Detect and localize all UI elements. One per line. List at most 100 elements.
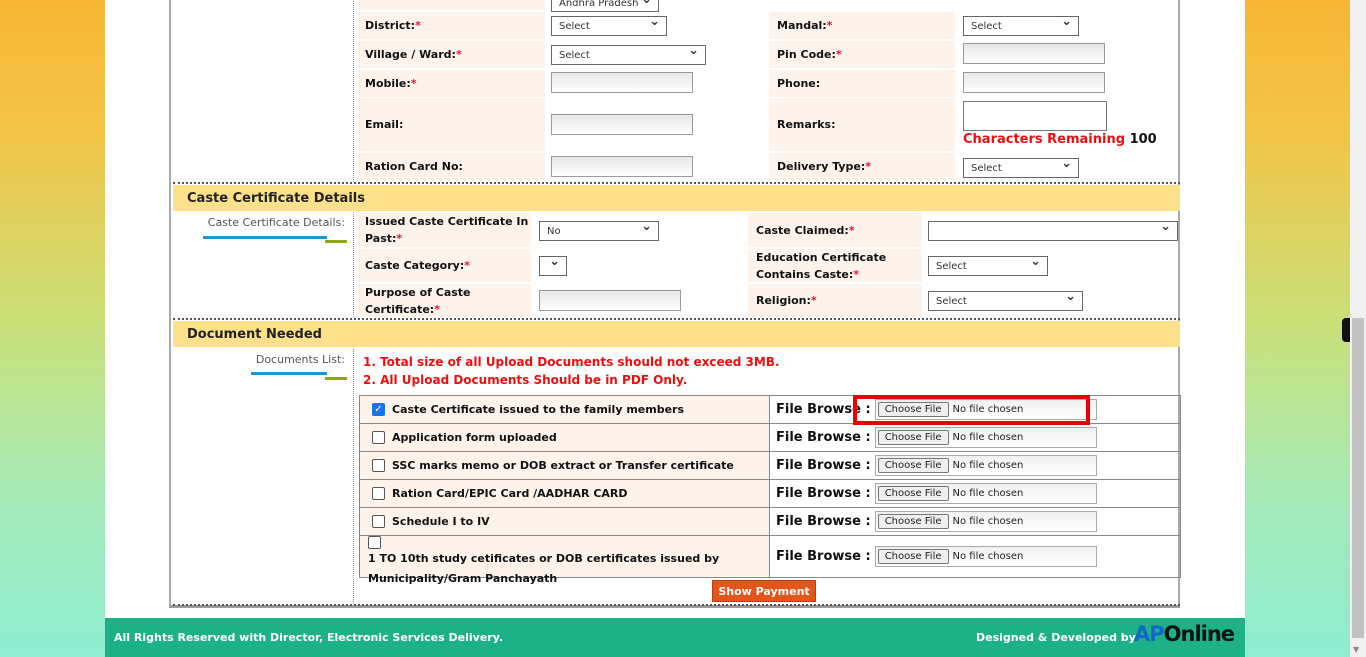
document-label: Application form uploaded xyxy=(392,431,557,444)
file-status: No file chosen xyxy=(952,432,1024,443)
delivery-select[interactable]: Select xyxy=(963,156,1079,178)
document-row: Schedule I to IV File Browse : Choose Fi… xyxy=(360,507,1180,535)
village-label: Village / Ward: * xyxy=(357,41,545,68)
file-status: No file chosen xyxy=(952,460,1024,471)
footer-credit: Designed & Developed by xyxy=(976,631,1136,644)
document-label: Caste Certificate issued to the family m… xyxy=(392,403,685,416)
document-label: Ration Card/EPIC Card /AADHAR CARD xyxy=(392,487,628,500)
documents-section-header: Document Needed xyxy=(173,321,1180,347)
document-checkbox[interactable] xyxy=(372,431,385,444)
ration-input[interactable] xyxy=(551,156,693,177)
issued-label: Issued Caste Certificate In Past:* xyxy=(357,213,531,247)
show-payment-button[interactable]: Show Payment xyxy=(712,580,816,602)
document-row: SSC marks memo or DOB extract or Transfe… xyxy=(360,451,1180,479)
village-select[interactable]: Select xyxy=(551,43,706,65)
file-input[interactable]: Choose File No file chosen xyxy=(874,546,1097,567)
religion-label: Religion: * xyxy=(748,284,922,317)
highlight-box xyxy=(853,395,1090,425)
document-label-cell: Application form uploaded xyxy=(360,424,770,451)
file-status: No file chosen xyxy=(952,488,1024,499)
caste-claimed-select[interactable] xyxy=(928,219,1178,241)
caste-section-header: Caste Certificate Details xyxy=(173,185,1180,211)
scrollbar[interactable]: ▼ xyxy=(1350,0,1366,657)
scroll-down-arrow-icon[interactable]: ▼ xyxy=(1353,645,1359,654)
document-label-cell: Ration Card/EPIC Card /AADHAR CARD xyxy=(360,480,770,507)
file-browse-cell: File Browse : Choose File No file chosen xyxy=(770,480,1180,507)
note-pdf: 2. All Upload Documents Should be in PDF… xyxy=(363,373,688,387)
document-row: Ration Card/EPIC Card /AADHAR CARD File … xyxy=(360,479,1180,507)
file-browse-cell: File Browse : Choose File No file chosen xyxy=(770,536,1180,577)
caste-side-label: Caste Certificate Details: xyxy=(207,216,345,229)
purpose-input[interactable] xyxy=(539,290,681,311)
remarks-textarea[interactable] xyxy=(963,101,1107,131)
file-status: No file chosen xyxy=(952,516,1024,527)
form-panel: Andhra Pradesh District:* Select Mandal:… xyxy=(169,0,1181,608)
file-input[interactable]: Choose File No file chosen xyxy=(874,455,1097,476)
email-input[interactable] xyxy=(551,114,693,135)
file-input[interactable]: Choose File No file chosen xyxy=(874,511,1097,532)
file-browse-label: File Browse : xyxy=(776,430,871,445)
document-checkbox[interactable] xyxy=(372,515,385,528)
issued-select[interactable]: No xyxy=(539,219,659,241)
choose-file-button[interactable]: Choose File xyxy=(877,549,949,564)
mobile-label: Mobile: * xyxy=(357,70,545,97)
file-browse-label: File Browse : xyxy=(776,458,871,473)
district-select[interactable]: Select xyxy=(551,14,667,36)
file-status: No file chosen xyxy=(952,551,1024,562)
religion-select[interactable]: Select xyxy=(928,289,1083,311)
document-row: 1 TO 10th study cetificates or DOB certi… xyxy=(360,535,1180,585)
document-checkbox[interactable] xyxy=(368,536,381,549)
file-browse-cell: File Browse : Choose File No file chosen xyxy=(770,508,1180,535)
aponline-logo: APOnline xyxy=(1134,622,1235,646)
choose-file-button[interactable]: Choose File xyxy=(877,430,949,445)
choose-file-button[interactable]: Choose File xyxy=(877,514,949,529)
document-row: ✓ Caste Certificate issued to the family … xyxy=(360,395,1180,425)
documents-side-label: Documents List: xyxy=(255,353,345,366)
remarks-label: Remarks: xyxy=(769,98,955,151)
page: Andhra Pradesh District:* Select Mandal:… xyxy=(105,0,1245,657)
footer-copyright: All Rights Reserved with Director, Elect… xyxy=(114,631,504,644)
document-checkbox[interactable] xyxy=(372,459,385,472)
pincode-label: Pin Code: * xyxy=(769,41,955,68)
document-label: SSC marks memo or DOB extract or Transfe… xyxy=(392,459,734,472)
choose-file-button[interactable]: Choose File xyxy=(877,458,949,473)
file-input[interactable]: Choose File No file chosen xyxy=(874,483,1097,504)
email-label: Email: xyxy=(357,98,545,151)
document-label-cell: ✓ Caste Certificate issued to the family … xyxy=(360,396,770,423)
caste-claimed-label: Caste Claimed: * xyxy=(748,213,922,247)
document-label: Schedule I to IV xyxy=(392,515,490,528)
document-checkbox[interactable] xyxy=(372,487,385,500)
choose-file-button[interactable]: Choose File xyxy=(877,486,949,501)
file-browse-cell: File Browse : Choose File No file chosen xyxy=(770,424,1180,451)
footer: All Rights Reserved with Director, Elect… xyxy=(105,618,1245,657)
file-browse-cell: File Browse : Choose File No file chosen xyxy=(770,395,1180,425)
phone-label: Phone: xyxy=(769,70,955,97)
note-size: 1. Total size of all Upload Documents sh… xyxy=(363,355,780,369)
file-input[interactable]: Choose File No file chosen xyxy=(874,427,1097,448)
documents-table: ✓ Caste Certificate issued to the family … xyxy=(359,395,1181,585)
chars-remaining: Characters Remaining 100 xyxy=(963,132,1157,147)
caste-category-select[interactable] xyxy=(539,254,567,276)
delivery-label: Delivery Type: * xyxy=(769,153,955,180)
phone-input[interactable] xyxy=(963,72,1105,93)
file-browse-cell: File Browse : Choose File No file chosen xyxy=(770,452,1180,479)
document-checkbox[interactable]: ✓ xyxy=(372,403,385,416)
pincode-input[interactable] xyxy=(963,43,1105,64)
mandal-select[interactable]: Select xyxy=(963,14,1079,36)
purpose-label: Purpose of Caste Certificate:* xyxy=(357,284,531,317)
document-label-cell: Schedule I to IV xyxy=(360,508,770,535)
document-label-cell: 1 TO 10th study cetificates or DOB certi… xyxy=(360,536,770,585)
ration-label: Ration Card No: xyxy=(357,153,545,180)
mandal-label: Mandal: * xyxy=(769,12,955,39)
mobile-input[interactable] xyxy=(551,72,693,93)
scrollbar-thumb[interactable] xyxy=(1352,318,1364,638)
state-select[interactable]: Andhra Pradesh xyxy=(551,0,659,12)
district-label: District: * xyxy=(357,12,545,39)
caste-category-label: Caste Category: * xyxy=(357,249,531,282)
edu-label: Education Certificate Contains Caste:* xyxy=(748,249,922,282)
edu-select[interactable]: Select xyxy=(928,254,1048,276)
file-browse-label: File Browse : xyxy=(776,549,871,564)
document-label: 1 TO 10th study cetificates or DOB certi… xyxy=(368,552,720,585)
document-row: Application form uploaded File Browse : … xyxy=(360,423,1180,451)
document-label-cell: SSC marks memo or DOB extract or Transfe… xyxy=(360,452,770,479)
